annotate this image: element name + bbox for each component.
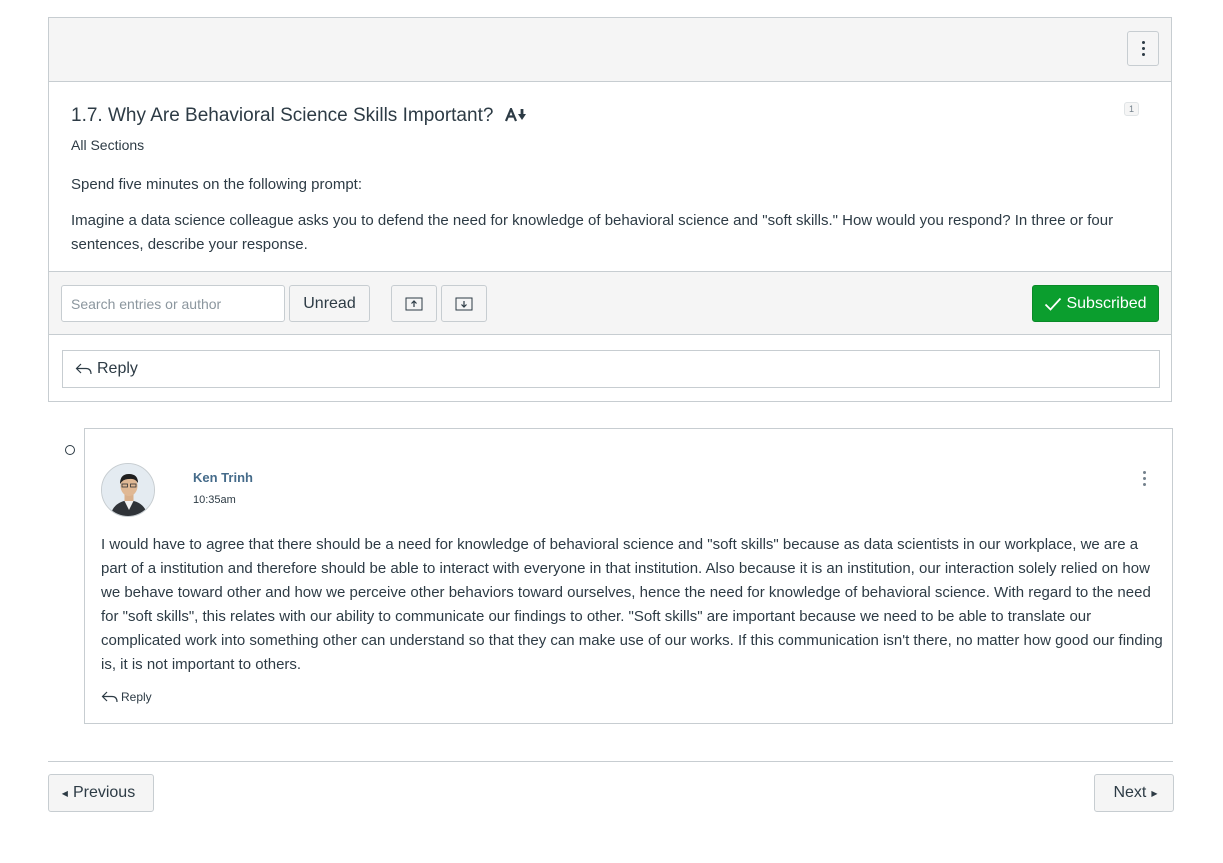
reply-arrow-icon: [101, 691, 118, 703]
unread-button[interactable]: Unread: [289, 285, 370, 322]
search-input[interactable]: [61, 285, 285, 322]
prompt-intro: Spend five minutes on the following prom…: [71, 176, 362, 193]
entry-reply-button[interactable]: Reply: [101, 690, 152, 704]
reply-count-badge: 1: [1123, 102, 1139, 116]
entry-reply-label: Reply: [121, 690, 152, 704]
text-size-icon[interactable]: [504, 106, 527, 128]
discussion-topic: 1.7. Why Are Behavioral Science Skills I…: [48, 17, 1172, 402]
avatar[interactable]: [101, 463, 155, 517]
entry-timestamp: 10:35am: [193, 494, 236, 506]
prompt-body: Imagine a data science colleague asks yo…: [71, 212, 1114, 253]
sections-label: All Sections: [71, 137, 145, 153]
caret-right-icon: ▶: [1151, 788, 1158, 798]
author-name-link[interactable]: Ken Trinh: [193, 470, 253, 485]
page-title: 1.7. Why Are Behavioral Science Skills I…: [71, 105, 527, 128]
expand-all-button[interactable]: [441, 285, 487, 322]
collapse-all-button[interactable]: [391, 285, 437, 322]
reply-arrow-icon: [75, 363, 92, 375]
entry-options-button[interactable]: [1143, 471, 1146, 486]
unread-indicator[interactable]: [65, 445, 75, 455]
footer-divider: [48, 761, 1173, 762]
next-label: Next: [1113, 784, 1147, 801]
subscribed-button[interactable]: Subscribed: [1032, 285, 1159, 322]
caret-left-icon: ◀: [61, 788, 68, 798]
collapse-all-icon: [405, 297, 423, 310]
entry-body: I would have to agree that there should …: [101, 536, 1163, 673]
checkmark-icon: [1045, 297, 1062, 311]
expand-all-icon: [455, 297, 473, 310]
reply-label: Reply: [97, 360, 138, 377]
discussion-entry: Ken Trinh 10:35am I would have to agree …: [84, 428, 1173, 724]
previous-button[interactable]: ◀ Previous: [48, 774, 154, 812]
subscribed-label: Subscribed: [1066, 294, 1147, 312]
topic-header-bar: [49, 18, 1171, 82]
next-button[interactable]: Next ▶: [1094, 774, 1174, 812]
kebab-menu-icon: [1141, 41, 1145, 56]
discussion-toolbar: Unread Subscribed: [49, 271, 1171, 335]
topic-options-button[interactable]: [1127, 31, 1159, 66]
previous-label: Previous: [72, 784, 136, 801]
topic-title-text: 1.7. Why Are Behavioral Science Skills I…: [71, 105, 494, 126]
reply-to-topic-button[interactable]: Reply: [62, 350, 1160, 388]
